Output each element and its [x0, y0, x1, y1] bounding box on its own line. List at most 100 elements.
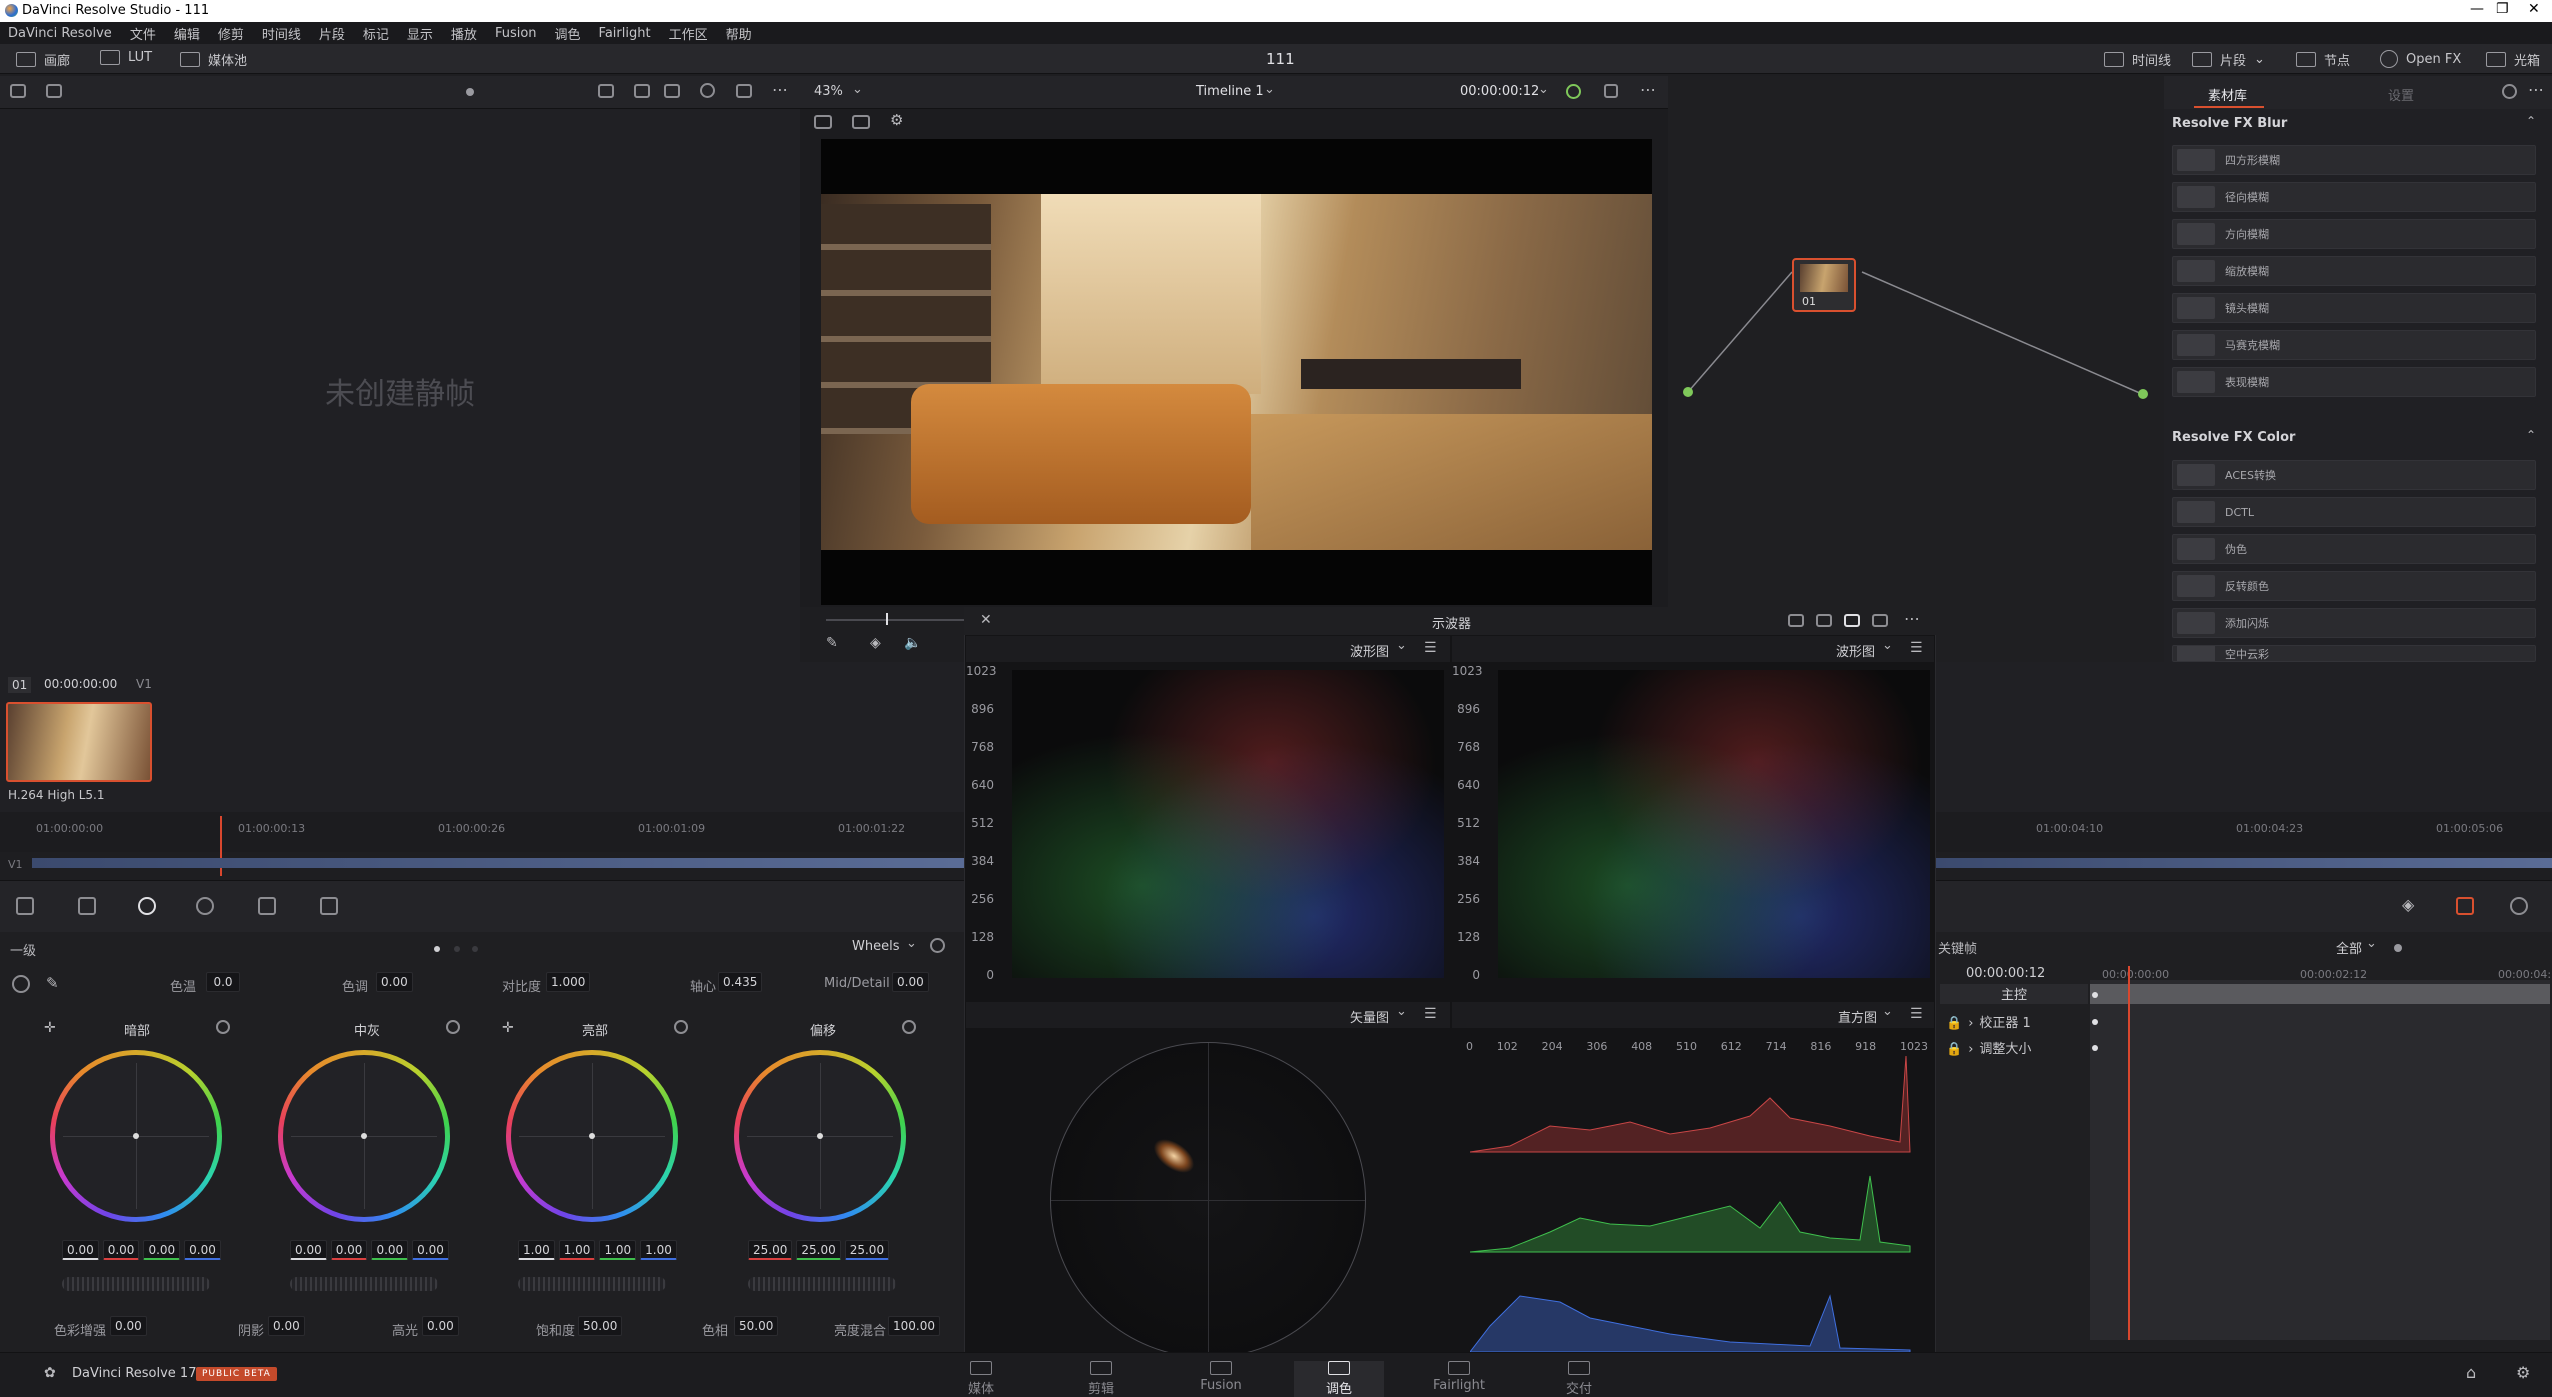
offset-wheel[interactable] [734, 1050, 906, 1222]
fx-item[interactable]: 方向模糊 [2172, 219, 2536, 249]
color-boost-field[interactable]: 0.00 [110, 1316, 147, 1336]
grid-view-icon[interactable] [634, 84, 650, 98]
collapse-icon[interactable]: ⌃ [2526, 114, 2536, 128]
clips-toggle-button[interactable]: 片段 ⌄ [2192, 50, 2265, 69]
lift-master-jog[interactable] [62, 1277, 210, 1291]
scope-type-select[interactable]: 波形图 [1350, 641, 1389, 660]
gain-g-field[interactable]: 1.00 [599, 1240, 637, 1260]
picker-icon[interactable]: ✎ [46, 974, 59, 992]
tab-fairlight[interactable]: Fairlight [1414, 1361, 1504, 1393]
reset-icon[interactable] [216, 1020, 230, 1034]
tint-field[interactable]: 0.00 [376, 972, 413, 992]
fx-item[interactable]: 径向模糊 [2172, 182, 2536, 212]
auto-balance-icon[interactable] [12, 975, 30, 993]
page-dot[interactable] [472, 946, 478, 952]
menu-item[interactable]: 调色 [555, 24, 581, 43]
nodes-toggle-button[interactable]: 节点 [2296, 50, 2350, 69]
fx-item[interactable]: 添加闪烁 [2172, 608, 2536, 638]
hue-field[interactable]: 50.00 [734, 1316, 779, 1336]
minimize-icon[interactable]: — [2470, 1, 2484, 17]
keyframe-marker[interactable] [2092, 1045, 2098, 1051]
viewer-mode-icon[interactable] [814, 115, 832, 129]
openfx-toggle-button[interactable]: Open FX [2380, 50, 2461, 68]
single-layout-icon[interactable] [1788, 614, 1804, 627]
close-icon[interactable]: ✕ [980, 612, 992, 628]
rgb-mixer-icon[interactable] [258, 897, 276, 915]
keyframe-marker[interactable] [2092, 992, 2098, 998]
mid-detail-field[interactable]: 0.00 [892, 972, 929, 992]
menu-item[interactable]: Fusion [495, 26, 537, 41]
gain-master-jog[interactable] [518, 1277, 666, 1291]
media-pool-button[interactable]: 媒体池 [180, 50, 247, 69]
wheel-handle[interactable] [133, 1133, 139, 1139]
lut-button[interactable]: LUT [100, 50, 152, 65]
keyframe-row[interactable]: 🔒 › 校正器 1 [1940, 1012, 2088, 1031]
reset-icon[interactable] [446, 1020, 460, 1034]
master-track[interactable] [2090, 984, 2550, 1004]
menu-item[interactable]: 显示 [407, 24, 433, 43]
lift-r-field[interactable]: 0.00 [102, 1240, 140, 1260]
wheel-handle[interactable] [589, 1133, 595, 1139]
keyframe-filter-select[interactable]: 全部 [2336, 938, 2362, 957]
quad-layout-icon[interactable] [1844, 614, 1860, 627]
offset-master-jog[interactable] [748, 1277, 896, 1291]
highlight-icon[interactable]: ⚙ [890, 111, 903, 129]
fx-item[interactable]: DCTL [2172, 497, 2536, 527]
gamma-y-field[interactable]: 0.00 [290, 1240, 327, 1260]
scope-type-select[interactable]: 波形图 [1836, 641, 1875, 660]
corrector-node[interactable]: 01 [1792, 258, 1856, 312]
menu-item[interactable]: 播放 [451, 24, 477, 43]
keyframe-zoom-slider[interactable] [2394, 944, 2402, 952]
more-options-icon[interactable]: ⋯ [1640, 80, 1656, 99]
clip-thumbnail[interactable] [6, 702, 152, 782]
menu-item[interactable]: 编辑 [174, 24, 200, 43]
temperature-field[interactable]: 0.0 [206, 972, 240, 992]
fx-item[interactable]: 反转颜色 [2172, 571, 2536, 601]
fullscreen-icon[interactable] [736, 84, 752, 98]
scrubber-track[interactable] [826, 619, 966, 621]
reset-icon[interactable] [930, 938, 945, 953]
sort-icon[interactable] [598, 84, 614, 98]
home-icon[interactable]: ⌂ [2466, 1363, 2476, 1382]
video-track-clip[interactable] [32, 858, 964, 868]
fx-item[interactable]: 表现模糊 [2172, 367, 2536, 397]
scope-settings-icon[interactable]: ☰ [1424, 640, 1437, 656]
offset-r-field[interactable]: 25.00 [748, 1240, 793, 1260]
wheel-picker-icon[interactable]: ✛ [502, 1020, 514, 1036]
gamma-master-jog[interactable] [290, 1277, 438, 1291]
pivot-field[interactable]: 0.435 [718, 972, 763, 992]
hdr-wheels-icon[interactable] [196, 897, 214, 915]
menu-item[interactable]: 标记 [363, 24, 389, 43]
mini-timeline[interactable]: 01:00:00:00 01:00:00:13 01:00:00:26 01:0… [0, 812, 964, 876]
saturation-field[interactable]: 50.00 [578, 1316, 623, 1336]
lightbox-button[interactable]: 光箱 [2486, 50, 2540, 69]
audio-icon[interactable]: 🔈 [904, 635, 921, 651]
gamma-b-field[interactable]: 0.00 [412, 1240, 449, 1260]
highlights-field[interactable]: 0.00 [422, 1316, 459, 1336]
grab-still-icon[interactable] [46, 84, 62, 98]
menu-item[interactable]: 帮助 [726, 24, 752, 43]
more-options-icon[interactable]: ⋯ [1904, 609, 1920, 628]
wheels-view-select[interactable]: Wheels [852, 939, 899, 954]
list-view-icon[interactable] [664, 84, 680, 98]
keyframe-mode-icon[interactable]: ◈ [2402, 895, 2414, 914]
color-match-icon[interactable] [78, 897, 96, 915]
menu-item[interactable]: Fairlight [599, 26, 651, 41]
menu-item[interactable]: 时间线 [262, 24, 301, 43]
scope-settings-icon[interactable]: ☰ [1910, 640, 1923, 656]
contrast-field[interactable]: 1.000 [546, 972, 591, 992]
more-options-icon[interactable]: ⋯ [772, 80, 788, 99]
tab-edit[interactable]: 剪辑 [1056, 1361, 1146, 1397]
scope-settings-icon[interactable]: ☰ [1910, 1006, 1923, 1022]
fx-item[interactable]: ACES转换 [2172, 460, 2536, 490]
gain-b-field[interactable]: 1.00 [640, 1240, 677, 1260]
more-options-icon[interactable]: ⋯ [2528, 80, 2544, 99]
gallery-button[interactable]: 画廊 [16, 50, 70, 69]
primaries-wheels-icon[interactable] [138, 897, 156, 915]
fx-item[interactable]: 镜头模糊 [2172, 293, 2536, 323]
fx-item[interactable]: 空中云彩 [2172, 645, 2536, 662]
page-dot[interactable] [454, 946, 460, 952]
panel-toggle-icon[interactable] [10, 84, 26, 98]
menu-item[interactable]: 片段 [319, 24, 345, 43]
lift-y-field[interactable]: 0.00 [62, 1240, 99, 1260]
